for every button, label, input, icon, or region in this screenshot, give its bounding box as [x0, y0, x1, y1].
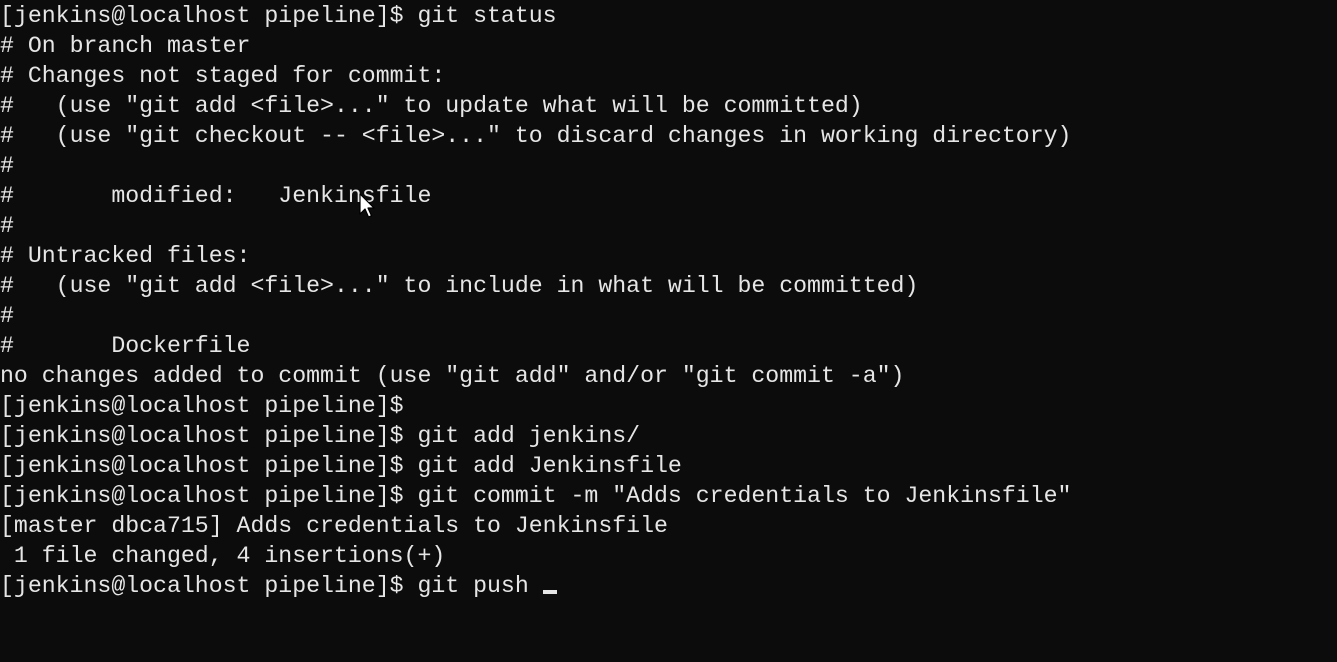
- terminal-line: [jenkins@localhost pipeline]$ git add je…: [0, 423, 641, 449]
- terminal-line: [jenkins@localhost pipeline]$ git commit…: [0, 483, 1072, 509]
- terminal-line: [jenkins@localhost pipeline]$ git add Je…: [0, 453, 682, 479]
- terminal-line: # Dockerfile: [0, 333, 251, 359]
- terminal-line: #: [0, 153, 14, 179]
- terminal-window[interactable]: [jenkins@localhost pipeline]$ git status…: [0, 0, 1337, 662]
- terminal-line: # Untracked files:: [0, 243, 251, 269]
- terminal-line: # modified: Jenkinsfile: [0, 183, 432, 209]
- terminal-prompt-line[interactable]: [jenkins@localhost pipeline]$ git push: [0, 571, 1337, 601]
- text-cursor: [542, 590, 557, 594]
- terminal-line: # (use "git add <file>..." to include in…: [0, 273, 919, 299]
- terminal-line: #: [0, 303, 14, 329]
- mouse-pointer-icon: [359, 193, 375, 218]
- terminal-line: # On branch master: [0, 33, 251, 59]
- terminal-line: [jenkins@localhost pipeline]$: [0, 393, 404, 419]
- terminal-line: # (use "git checkout -- <file>..." to di…: [0, 123, 1072, 149]
- terminal-line: no changes added to commit (use "git add…: [0, 363, 905, 389]
- terminal-line: [jenkins@localhost pipeline]$ git status: [0, 3, 557, 29]
- terminal-line: #: [0, 213, 14, 239]
- terminal-line: # (use "git add <file>..." to update wha…: [0, 93, 863, 119]
- terminal-line: # Changes not staged for commit:: [0, 63, 446, 89]
- terminal-input-text[interactable]: [jenkins@localhost pipeline]$ git push: [0, 573, 543, 599]
- terminal-line: 1 file changed, 4 insertions(+): [0, 543, 446, 569]
- terminal-line: [master dbca715] Adds credentials to Jen…: [0, 513, 668, 539]
